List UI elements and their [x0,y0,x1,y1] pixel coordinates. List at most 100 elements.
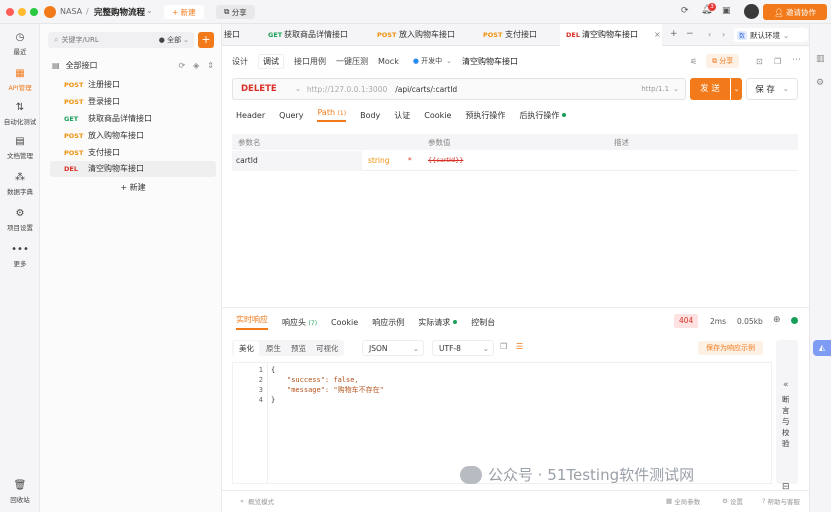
tab-product-detail[interactable]: GET 获取商品详情接口 [268,24,376,46]
workspace-name[interactable]: NASA [60,7,82,16]
tab-post-script[interactable]: 后执行操作 [519,110,567,121]
send-options-chevron-icon[interactable]: ⌄ [731,78,742,100]
tree-item-register[interactable]: POST 注册接口 [50,77,216,93]
outline-mode-toggle[interactable]: « 概览模式 [240,496,274,506]
dev-status-select[interactable]: 开发中 [421,56,442,66]
protocol-select[interactable]: http/1.1 [641,85,669,93]
method-select[interactable]: DELETE [233,84,295,94]
tree-item-clear-cart[interactable]: DEL 清空购物车接口 [50,161,216,177]
environment-select[interactable]: 数 默认环境 ⌄ [734,28,808,42]
param-value-input[interactable]: {{cartId}} [428,156,463,164]
global-params-link[interactable]: ▦ 全局参数 [666,496,700,506]
settings-link[interactable]: ⚙ 设置 [722,496,743,506]
tab-response-headers[interactable]: 响应头 (7) [282,317,317,328]
globe-icon[interactable]: ⊕ [773,315,781,325]
rail-item-more[interactable]: ••• 更多 [0,244,40,268]
share-doc-button[interactable]: ⧉ 分享 [706,54,740,68]
calendar-icon[interactable]: ▣ [722,6,731,16]
new-button[interactable]: + 新建 [164,5,204,19]
more-icon[interactable]: ⋯ [792,55,801,65]
api-title[interactable]: 清空购物车接口 [462,56,518,67]
rail-item-auto-test[interactable]: ⇅ 自动化测试 [0,102,40,126]
tree-new-button[interactable]: + 新建 [50,180,216,196]
close-tab-icon[interactable]: × [654,30,661,39]
copy-icon[interactable]: ❐ [774,57,781,66]
add-api-button[interactable]: + [198,32,214,48]
tree-item-product-detail[interactable]: GET 获取商品详情接口 [50,111,216,127]
tab-live-response[interactable]: 实时响应 [236,314,268,330]
tab-cookie[interactable]: Cookie [424,111,451,120]
tab-interface[interactable]: 接口 [224,24,264,46]
invite-button[interactable]: 👤︎ 邀请协作 [763,4,827,20]
rail-item-dictionary[interactable]: ⁂ 数据字典 [0,172,40,196]
tab-console[interactable]: 控制台 [471,317,495,328]
subtab-cases[interactable]: 接口用例 [294,56,326,67]
tab-response-cookie[interactable]: Cookie [331,318,358,327]
add-tab-icon[interactable]: + [670,29,678,39]
lock-icon[interactable]: ⊡ [756,57,763,66]
tab-pay[interactable]: POST 支付接口 [483,24,559,46]
minus-icon[interactable]: − [686,29,694,39]
tab-clear-cart[interactable]: DEL 清空购物车接口 [560,24,662,46]
settings-icon[interactable]: ⚙ [816,78,824,88]
view-pretty[interactable]: 美化 [234,340,259,356]
subtab-mock[interactable]: Mock [378,57,399,66]
send-button[interactable]: 发 送 [690,78,730,100]
magic-icon[interactable]: ⚟ [690,57,697,66]
rail-item-recent[interactable]: ◷ 最近 [0,32,40,56]
project-name[interactable]: 完整购物流程 [94,6,145,18]
format-code-icon[interactable]: ☰ [516,342,523,351]
scroll-left-icon[interactable]: ‹ [708,30,711,39]
tab-body[interactable]: Body [360,111,380,120]
collapse-icon[interactable]: ⇕ [207,61,214,70]
view-raw[interactable]: 原生 [261,341,286,356]
tab-header[interactable]: Header [236,111,265,120]
search-box[interactable]: ⌕ ● 全部 ⌄ [48,32,194,48]
rail-item-trash[interactable]: 🗑︎ 回收站 [0,480,40,504]
search-input[interactable] [61,36,142,44]
param-type-select[interactable]: string [368,156,390,165]
assert-panel-toggle[interactable]: « 断言与校验 ⊟ [776,340,798,492]
tab-response-example[interactable]: 响应示例 [372,317,404,328]
tree-root[interactable]: ▤ 全部接口 ⟳ ◈ ⇕ [52,58,214,72]
assistant-icon[interactable]: ◭ [813,340,831,356]
copy-icon[interactable]: ❐ [500,342,507,351]
sync-icon[interactable]: ⟳ [178,61,185,70]
avatar[interactable] [744,4,759,19]
filter-select[interactable]: 全部 [167,35,181,45]
tab-actual-request[interactable]: 实际请求 [418,317,458,328]
encoding-select[interactable]: UTF-8 ⌄ [432,340,494,356]
save-button[interactable]: 保 存 ⌄ [746,78,798,100]
scroll-right-icon[interactable]: › [722,30,725,39]
tree-item-add-cart[interactable]: POST 放入购物车接口 [50,128,216,144]
maximize-window-button[interactable] [30,8,38,16]
view-visual[interactable]: 可视化 [311,341,344,356]
double-chevron-left-icon: « [783,380,789,390]
tab-add-cart[interactable]: POST 放入购物车接口 [377,24,481,46]
tree-item-login[interactable]: POST 登录接口 [50,94,216,110]
view-preview[interactable]: 预览 [286,341,311,356]
subtab-debug[interactable]: 调试 [258,53,284,69]
tab-path[interactable]: Path (1) [317,108,347,122]
tab-query[interactable]: Query [279,111,303,120]
param-name-cell[interactable]: cartId [232,151,362,171]
locate-icon[interactable]: ◈ [193,61,199,70]
save-as-example-button[interactable]: 保存为响应示例 [698,341,763,355]
tab-pre-script[interactable]: 预执行操作 [465,110,505,121]
subtab-stress[interactable]: 一键压测 [336,56,368,67]
title-share-button[interactable]: ⧉ 分享 [216,5,255,19]
path-input[interactable]: /api/carts/:cartId [395,85,457,94]
refresh-icon[interactable]: ⟳ [681,6,689,16]
tab-auth[interactable]: 认证 [394,110,410,121]
help-link[interactable]: ? 帮助与客服 [762,496,800,506]
tree-item-pay[interactable]: POST 支付接口 [50,145,216,161]
chevron-down-icon[interactable]: ⌄ [146,6,153,15]
close-window-button[interactable] [6,8,14,16]
subtab-design[interactable]: 设计 [232,56,248,67]
format-select[interactable]: JSON ⌄ [362,340,424,356]
minimize-window-button[interactable] [18,8,26,16]
panel-layout-icon[interactable]: ▥ [816,54,825,64]
rail-item-api[interactable]: ▦ API管理 [0,68,40,92]
rail-item-project-settings[interactable]: ⚙ 项目设置 [0,208,40,232]
rail-item-docs[interactable]: ▤ 文档管理 [0,136,40,160]
